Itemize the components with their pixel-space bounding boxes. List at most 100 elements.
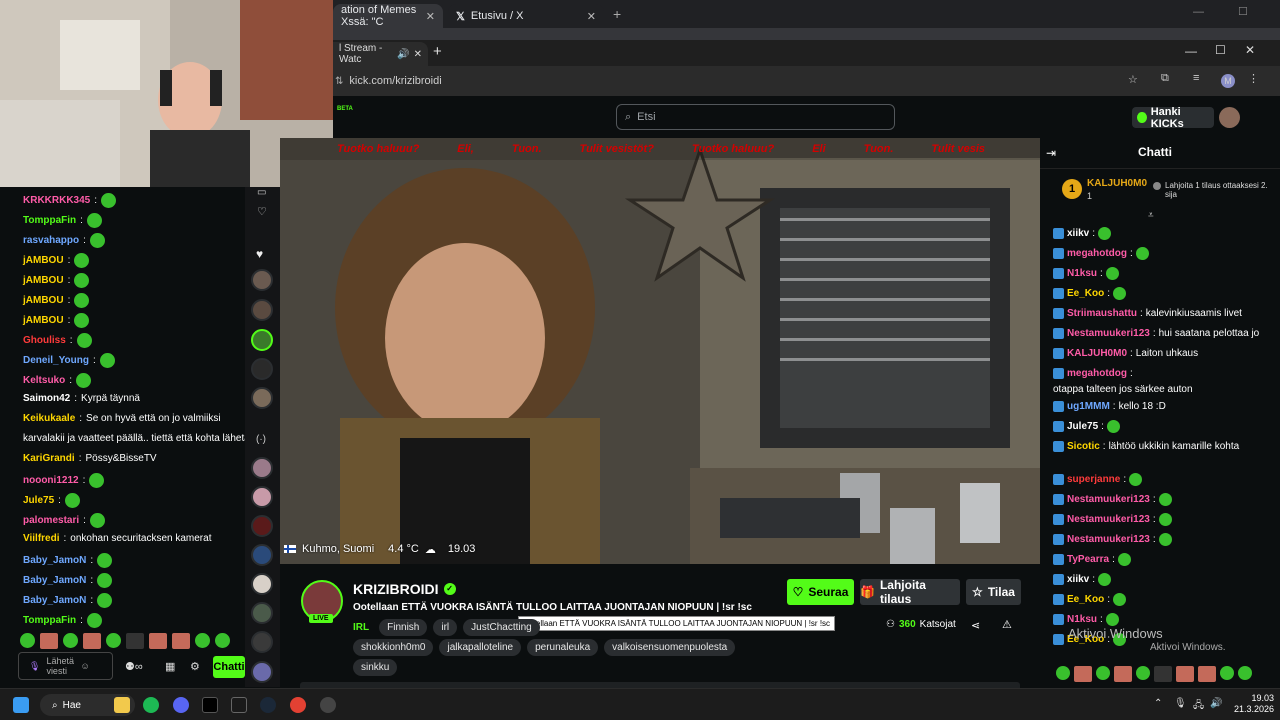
audio-icon[interactable]: 🔊	[397, 49, 409, 60]
channel-avatar[interactable]	[251, 387, 273, 409]
channel-avatar[interactable]	[251, 661, 273, 683]
emote-icon[interactable]	[1176, 666, 1194, 682]
chat-username[interactable]: Nestamuukeri123	[1067, 533, 1150, 546]
chat-username[interactable]: Saimon42	[23, 393, 70, 404]
store-icon[interactable]: ▦	[165, 660, 175, 673]
chat-username[interactable]: Sicotic	[1067, 440, 1100, 453]
chat-username[interactable]: Keltsuko	[23, 375, 65, 386]
maximize-icon[interactable]: ☐	[1238, 5, 1248, 18]
chat-username[interactable]: megahotdog	[1067, 367, 1127, 380]
collapse-chat-icon[interactable]: ⇥	[1046, 146, 1056, 160]
emote-icon[interactable]	[20, 633, 35, 648]
chat-username[interactable]: Baby_JamoN	[23, 575, 86, 586]
file-explorer-icon[interactable]	[114, 697, 130, 713]
tray-chevron-icon[interactable]: ⌃	[1154, 698, 1162, 709]
channel-avatar[interactable]	[251, 269, 273, 291]
chat-username[interactable]: rasvahappo	[23, 235, 79, 246]
subscribe-button[interactable]: ☆ Tilaa	[966, 579, 1021, 605]
chat-username[interactable]: N1ksu	[1067, 613, 1097, 626]
emote-icon[interactable]	[1074, 666, 1092, 682]
close-icon[interactable]: ✕	[414, 49, 422, 60]
emote-icon[interactable]	[149, 633, 167, 649]
chat-username[interactable]: TomppaFin	[23, 215, 76, 226]
chat-username[interactable]: jAMBOU	[23, 295, 64, 306]
tag[interactable]: sinkku	[353, 659, 398, 676]
channel-avatar[interactable]	[251, 358, 273, 380]
network-icon[interactable]: 🖧	[1193, 698, 1204, 715]
chat-username[interactable]: Jule75	[1067, 420, 1098, 433]
close-icon[interactable]: ✕	[426, 10, 435, 23]
tag[interactable]: jalkapalloteline	[439, 639, 522, 656]
emote-icon[interactable]	[1096, 666, 1110, 680]
steam-icon[interactable]	[260, 697, 276, 713]
chat-username[interactable]: Ee_Koo	[1067, 287, 1104, 300]
chat-username[interactable]: Striimaushattu	[1067, 307, 1137, 320]
video-player[interactable]: Tuotko haluuu? Eli, Tuon. Tulit vesistöt? Tu…	[280, 138, 1040, 564]
chat-username[interactable]: xiikv	[1067, 573, 1089, 586]
chat-username[interactable]: KariGrandi	[23, 453, 75, 464]
site-info-icon[interactable]: ⇅	[335, 76, 343, 87]
chat-username[interactable]: palomestari	[23, 515, 79, 526]
channel-avatar[interactable]	[251, 329, 273, 351]
emote-icon[interactable]	[1154, 666, 1172, 682]
gift-leader-name[interactable]: KALJUH0M0	[1087, 178, 1147, 189]
extensions-icon[interactable]: ⧉	[1161, 72, 1169, 85]
url-text[interactable]: kick.com/krizibroidi	[349, 75, 441, 87]
emote-icon[interactable]	[1136, 666, 1150, 680]
streamer-name[interactable]: KRIZIBROIDI ✓	[353, 581, 456, 597]
media-icon[interactable]: ≡	[1193, 72, 1199, 84]
tag[interactable]: valkoisensuomenpuolesta	[604, 639, 736, 656]
search-input[interactable]: ⌕ Etsi	[616, 104, 895, 130]
outer-tab-memes[interactable]: ation of Memes Xssä: "C ✕	[333, 4, 443, 28]
obs-icon[interactable]	[320, 697, 336, 713]
profile-icon[interactable]: M	[1221, 74, 1235, 88]
chat-username[interactable]: Keikukaale	[23, 413, 75, 424]
channel-avatar[interactable]	[251, 631, 273, 653]
chat-username[interactable]: Ee_Koo	[1067, 593, 1104, 606]
chat-username[interactable]: Deneil_Young	[23, 355, 89, 366]
chat-username[interactable]: superjanne	[1067, 473, 1120, 486]
gift-sub-button[interactable]: 🎁 Lahjoita tilaus	[860, 578, 960, 606]
tag[interactable]: perunaleuka	[527, 639, 599, 656]
settings-gear-icon[interactable]: ⚙	[190, 660, 200, 673]
chat-username[interactable]: Nestamuukeri123	[1067, 327, 1150, 340]
outer-tab-x[interactable]: 𝕏 Etusivu / X ✕	[448, 4, 604, 28]
chat-username[interactable]: TomppaFin	[23, 615, 76, 626]
tag[interactable]: shokkionh0m0	[353, 639, 434, 656]
chat-username[interactable]: N1ksu	[1067, 267, 1097, 280]
minimize-icon[interactable]: —	[1185, 44, 1197, 58]
emote-icon[interactable]	[172, 633, 190, 649]
discord-icon[interactable]	[173, 697, 189, 713]
avatar[interactable]	[1219, 107, 1240, 128]
close-icon[interactable]: ✕	[587, 10, 596, 23]
chat-username[interactable]: Nestamuukeri123	[1067, 513, 1150, 526]
emote-icon[interactable]	[63, 633, 78, 648]
chat-username[interactable]: Ghouliss	[23, 335, 66, 346]
microphone-tray-icon[interactable]: 🎙	[1174, 698, 1187, 709]
chat-username[interactable]: TyPearra	[1067, 553, 1109, 566]
chat-username[interactable]: megahotdog	[1067, 247, 1127, 260]
emote-icon[interactable]	[1114, 666, 1132, 682]
emote-icon[interactable]	[1238, 666, 1252, 680]
chat-message-input[interactable]: 🎙 Lähetä viesti ☺	[18, 652, 113, 680]
bookmark-star-icon[interactable]: ☆	[1128, 73, 1138, 86]
tag[interactable]: Finnish	[379, 619, 428, 636]
x-app-icon[interactable]	[202, 697, 218, 713]
channel-avatar[interactable]	[251, 573, 273, 595]
menu-icon[interactable]: ⋮	[1248, 72, 1259, 85]
channel-avatar[interactable]	[251, 544, 273, 566]
new-tab-icon[interactable]: +	[613, 6, 621, 22]
report-icon[interactable]: ⚠	[1002, 618, 1012, 631]
microphone-icon[interactable]: 🎙	[29, 661, 40, 672]
emote-icon[interactable]	[83, 633, 101, 649]
minimize-icon[interactable]: —	[1193, 6, 1204, 18]
heart-outline-icon[interactable]: ♡	[257, 205, 267, 218]
chat-username[interactable]: Viilfredi	[23, 533, 60, 544]
chat-username[interactable]: Baby_JamoN	[23, 555, 86, 566]
emote-icon[interactable]	[215, 633, 230, 648]
emote-icon[interactable]	[106, 633, 121, 648]
category-link[interactable]: IRL	[353, 622, 369, 633]
live-channels-icon[interactable]: (·)	[256, 434, 266, 445]
emoji-icon[interactable]: ☺	[80, 661, 89, 671]
app-icon[interactable]	[231, 697, 247, 713]
